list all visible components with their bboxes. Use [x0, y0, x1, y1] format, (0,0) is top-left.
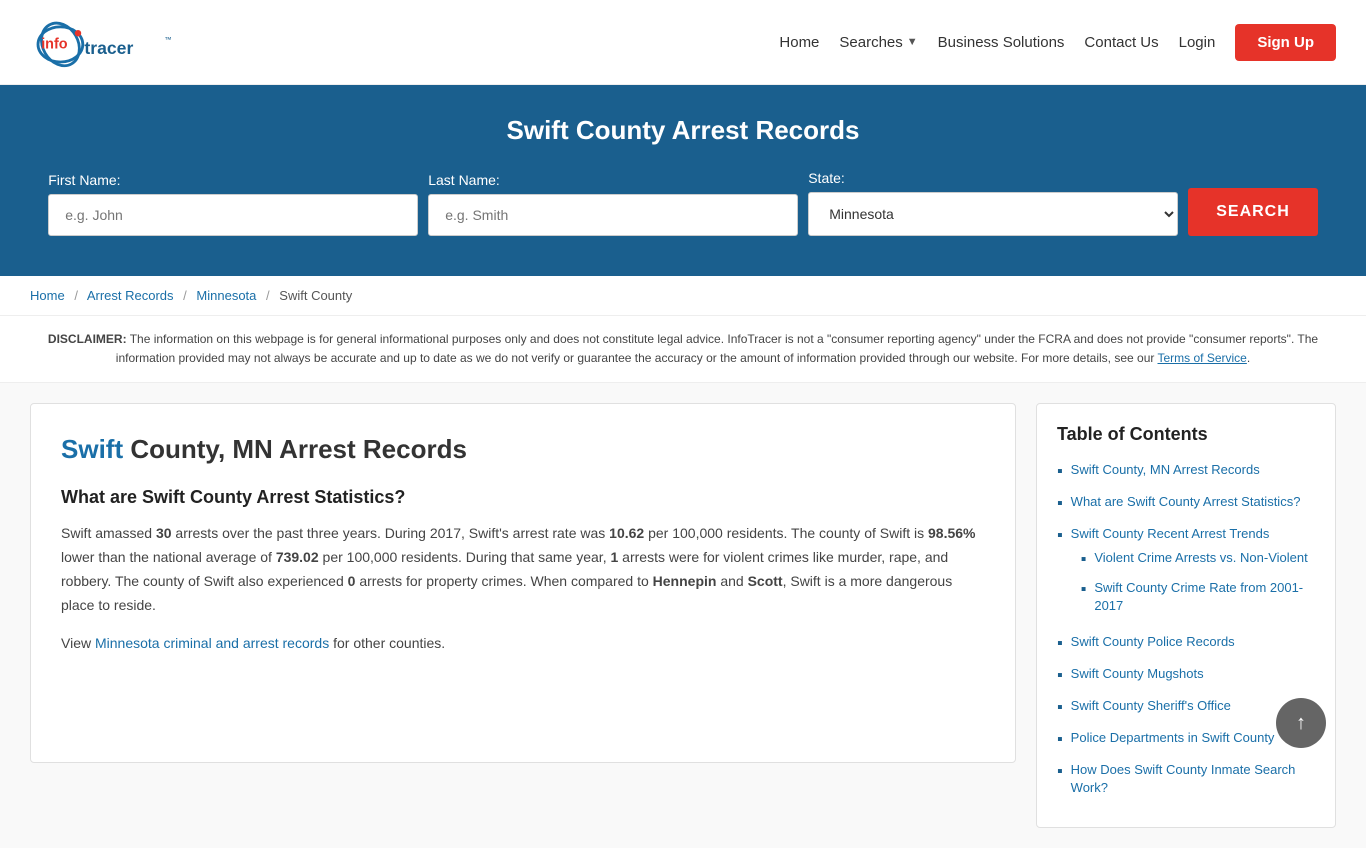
- disclaimer-period: .: [1247, 351, 1250, 365]
- disclaimer-text: The information on this webpage is for g…: [116, 332, 1318, 365]
- toc-sublist-3: ▪ Violent Crime Arrests vs. Non-Violent …: [1071, 549, 1315, 615]
- breadcrumb-home[interactable]: Home: [30, 288, 65, 303]
- breadcrumb-sep-3: /: [266, 288, 270, 303]
- toc-bullet-5: ▪: [1057, 666, 1063, 687]
- toc-link-6[interactable]: Swift County Sheriff's Office: [1071, 697, 1231, 715]
- toc-bullet-7: ▪: [1057, 730, 1063, 751]
- toc-title: Table of Contents: [1057, 424, 1315, 445]
- breadcrumb-sep-2: /: [183, 288, 187, 303]
- nav-business-solutions[interactable]: Business Solutions: [938, 34, 1065, 51]
- toc-link-4[interactable]: Swift County Police Records: [1071, 633, 1235, 651]
- toc-item-7: ▪ Police Departments in Swift County: [1057, 729, 1315, 751]
- nav-login[interactable]: Login: [1179, 34, 1216, 51]
- toc-link-1[interactable]: Swift County, MN Arrest Records: [1071, 461, 1260, 479]
- scroll-top-arrow-icon: ↑: [1296, 712, 1306, 735]
- toc-link-5[interactable]: Swift County Mugshots: [1071, 665, 1204, 683]
- last-name-group: Last Name:: [428, 172, 798, 236]
- section1-paragraph2: View Minnesota criminal and arrest recor…: [61, 632, 985, 656]
- breadcrumb: Home / Arrest Records / Minnesota / Swif…: [0, 276, 1366, 316]
- search-form: First Name: Last Name: State: Minnesota …: [20, 170, 1346, 236]
- toc-bullet-3: ▪: [1057, 526, 1063, 547]
- disclaimer-label: DISCLAIMER:: [48, 332, 127, 346]
- state-select[interactable]: Minnesota Alabama Alaska Arizona Califor…: [808, 192, 1178, 236]
- toc-item-2: ▪ What are Swift County Arrest Statistic…: [1057, 493, 1315, 515]
- toc-list: ▪ Swift County, MN Arrest Records ▪ What…: [1057, 461, 1315, 797]
- last-name-label: Last Name:: [428, 172, 500, 188]
- search-button[interactable]: SEARCH: [1188, 188, 1318, 236]
- toc-bullet-8: ▪: [1057, 762, 1063, 783]
- toc-bullet-4: ▪: [1057, 634, 1063, 655]
- toc-item-8: ▪ How Does Swift County Inmate Search Wo…: [1057, 761, 1315, 797]
- breadcrumb-arrest-records[interactable]: Arrest Records: [87, 288, 174, 303]
- section1-paragraph1: Swift amassed 30 arrests over the past t…: [61, 522, 985, 617]
- article: Swift County, MN Arrest Records What are…: [30, 403, 1016, 763]
- breadcrumb-minnesota[interactable]: Minnesota: [196, 288, 256, 303]
- logo[interactable]: info tracer ™: [30, 12, 190, 72]
- toc-link-7[interactable]: Police Departments in Swift County: [1071, 729, 1275, 747]
- nav-searches[interactable]: Searches ▼: [839, 34, 917, 51]
- chevron-down-icon: ▼: [907, 36, 918, 48]
- toc-item-1: ▪ Swift County, MN Arrest Records: [1057, 461, 1315, 483]
- mn-criminal-records-link[interactable]: Minnesota criminal and arrest records: [95, 635, 329, 651]
- first-name-group: First Name:: [48, 172, 418, 236]
- sidebar-toc: Table of Contents ▪ Swift County, MN Arr…: [1036, 403, 1336, 828]
- signup-button[interactable]: Sign Up: [1235, 24, 1336, 61]
- breadcrumb-swift-county: Swift County: [279, 288, 352, 303]
- main-content: Swift County, MN Arrest Records What are…: [0, 383, 1366, 848]
- terms-of-service-link[interactable]: Terms of Service: [1158, 351, 1247, 365]
- toc-subitem-3-1: ▪ Violent Crime Arrests vs. Non-Violent: [1081, 549, 1315, 571]
- hero-title: Swift County Arrest Records: [20, 115, 1346, 146]
- toc-link-3[interactable]: Swift County Recent Arrest Trends: [1071, 526, 1270, 541]
- nav-contact-us[interactable]: Contact Us: [1084, 34, 1158, 51]
- breadcrumb-sep-1: /: [74, 288, 78, 303]
- state-group: State: Minnesota Alabama Alaska Arizona …: [808, 170, 1178, 236]
- toc-item-3: ▪ Swift County Recent Arrest Trends ▪ Vi…: [1057, 525, 1315, 623]
- main-nav: Home Searches ▼ Business Solutions Conta…: [779, 24, 1336, 61]
- svg-text:info: info: [41, 36, 68, 52]
- toc-item-4: ▪ Swift County Police Records: [1057, 633, 1315, 655]
- first-name-input[interactable]: [48, 194, 418, 236]
- first-name-label: First Name:: [48, 172, 120, 188]
- nav-home[interactable]: Home: [779, 34, 819, 51]
- article-title-rest: County, MN Arrest Records: [123, 434, 467, 464]
- last-name-input[interactable]: [428, 194, 798, 236]
- site-header: info tracer ™ Home Searches ▼ Business S…: [0, 0, 1366, 85]
- svg-text:™: ™: [164, 35, 171, 44]
- toc-bullet-6: ▪: [1057, 698, 1063, 719]
- article-title-highlight: Swift: [61, 434, 123, 464]
- toc-sublink-3-2[interactable]: Swift County Crime Rate from 2001-2017: [1094, 579, 1315, 615]
- toc-sub-bullet-3-1: ▪: [1081, 550, 1087, 571]
- toc-item-5: ▪ Swift County Mugshots: [1057, 665, 1315, 687]
- toc-bullet-2: ▪: [1057, 494, 1063, 515]
- toc-link-2[interactable]: What are Swift County Arrest Statistics?: [1071, 493, 1301, 511]
- section1-heading: What are Swift County Arrest Statistics?: [61, 487, 985, 508]
- logo-svg: info tracer ™: [30, 12, 190, 72]
- toc-sub-bullet-3-2: ▪: [1081, 580, 1087, 601]
- svg-text:tracer: tracer: [84, 38, 133, 58]
- toc-subitem-3-2: ▪ Swift County Crime Rate from 2001-2017: [1081, 579, 1315, 615]
- scroll-to-top-button[interactable]: ↑: [1276, 698, 1326, 748]
- state-label: State:: [808, 170, 845, 186]
- toc-link-8[interactable]: How Does Swift County Inmate Search Work…: [1071, 761, 1315, 797]
- article-title: Swift County, MN Arrest Records: [61, 434, 985, 465]
- toc-sublink-3-1[interactable]: Violent Crime Arrests vs. Non-Violent: [1094, 549, 1307, 567]
- disclaimer-banner: DISCLAIMER: The information on this webp…: [0, 316, 1366, 383]
- hero-section: Swift County Arrest Records First Name: …: [0, 85, 1366, 276]
- toc-bullet-1: ▪: [1057, 462, 1063, 483]
